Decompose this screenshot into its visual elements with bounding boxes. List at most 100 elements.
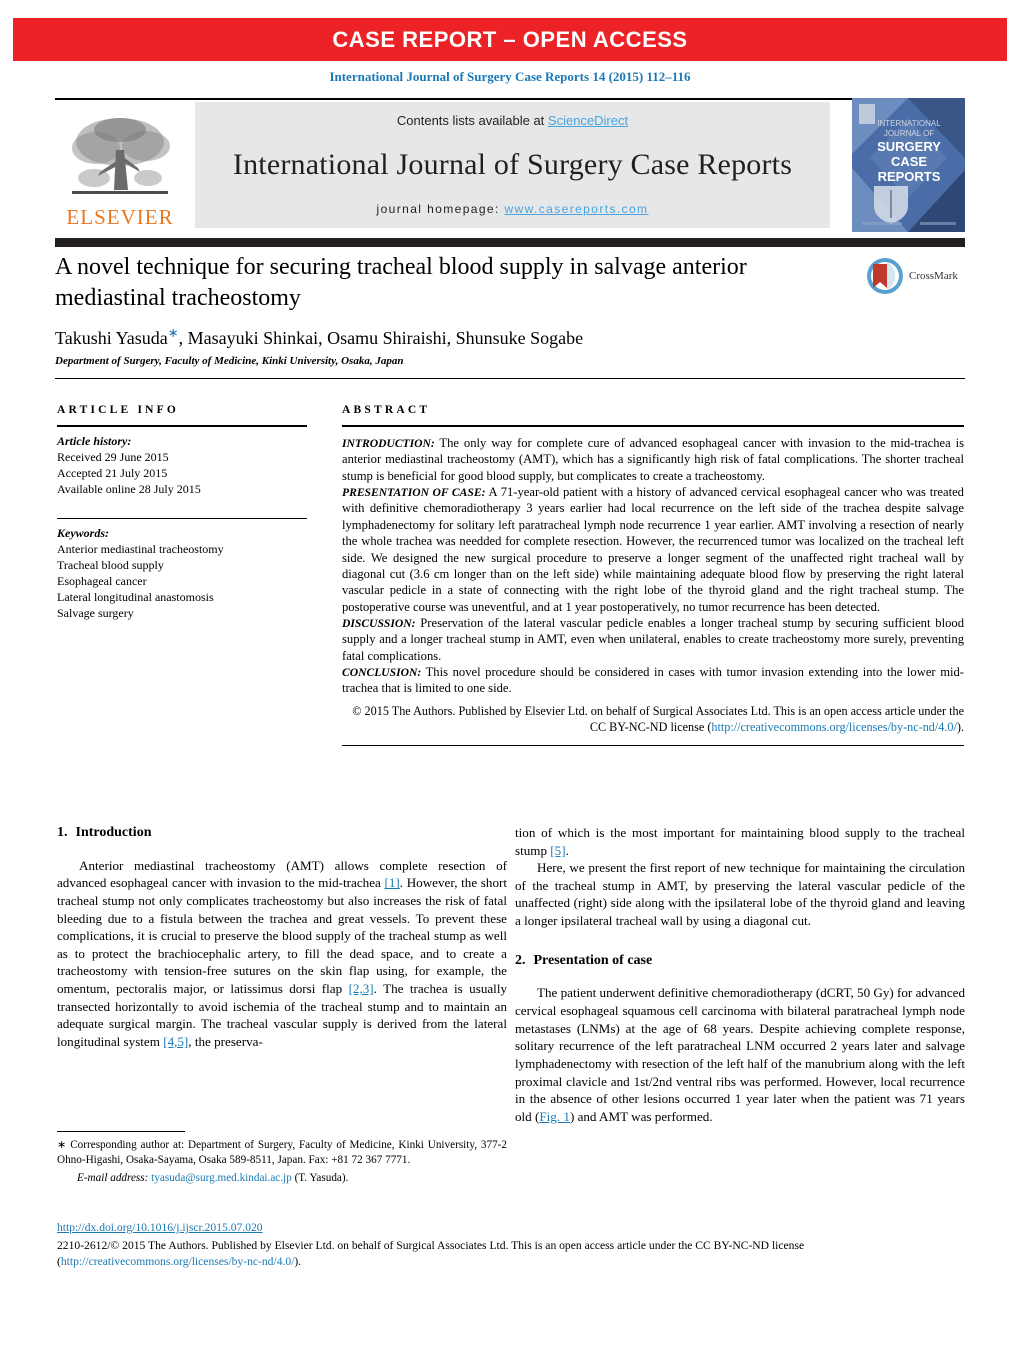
abstract-lead-conclusion: CONCLUSION: (342, 666, 422, 680)
section-heading-presentation: 2. Presentation of case (515, 952, 965, 971)
footnote-address-text: Corresponding author at: Department of S… (57, 1139, 507, 1167)
doi-link[interactable]: http://dx.doi.org/10.1016/j.ijscr.2015.0… (57, 1220, 965, 1236)
citation-ref-2-3[interactable]: [2,3] (349, 981, 374, 996)
intro-paragraph: Anterior mediastinal tracheostomy (AMT) … (57, 857, 507, 1051)
crossmark-icon (867, 258, 903, 294)
svg-text:JOURNAL OF: JOURNAL OF (884, 129, 934, 138)
elsevier-wordmark: ELSEVIER (66, 205, 174, 229)
page-title: A novel technique for securing tracheal … (55, 254, 747, 311)
intro-text-b: . However, the short tracheal stump not … (57, 875, 507, 997)
figure-ref-1[interactable]: Fig. 1 (539, 1109, 570, 1124)
article-history-label: Article history: (57, 434, 132, 448)
abstract-paragraph-conclusion: CONCLUSION: This novel procedure should … (342, 664, 964, 697)
copyright-tail: ). (956, 719, 964, 734)
footer-license-link[interactable]: http://creativecommons.org/licenses/by-n… (61, 1255, 295, 1268)
abstract-heading: ABSTRACT (342, 404, 431, 416)
svg-text:INTERNATIONAL: INTERNATIONAL (877, 119, 941, 128)
contents-prefix: Contents lists available at (396, 113, 548, 128)
crossmark-label: CrossMark (909, 270, 958, 282)
abstract-text-introduction: The only way for complete cure of advanc… (342, 436, 964, 483)
section-number-1: 1. (57, 825, 68, 840)
presentation-text-a: The patient underwent definitive chemora… (515, 985, 966, 1124)
elsevier-tree-icon (72, 118, 170, 194)
keyword-item: Anterior mediastinal tracheostomy (57, 541, 224, 556)
history-received: Received 29 June 2015 (57, 449, 169, 464)
abstract-rule (342, 425, 964, 427)
abstract-text-conclusion: This novel procedure should be considere… (342, 665, 964, 696)
abstract-paragraph-discussion: DISCUSSION: Preservation of the lateral … (342, 615, 964, 664)
corresponding-author-marker: ∗ (167, 325, 179, 341)
keyword-item: Salvage surgery (57, 605, 134, 620)
keywords-rule (57, 517, 307, 519)
abstract-body: INTRODUCTION: The only way for complete … (342, 435, 964, 697)
abstract-bottom-rule (342, 745, 964, 747)
author-list: Takushi Yasuda∗, Masayuki Shinkai, Osamu… (55, 325, 965, 349)
keywords-block: Keywords: Anterior mediastinal tracheost… (57, 526, 307, 622)
body-column-right: tion of which is the most important for … (515, 824, 965, 1125)
journal-title: International Journal of Surgery Case Re… (232, 148, 793, 181)
footer-tail: ). (294, 1255, 302, 1269)
title-divider (55, 378, 965, 379)
article-info-rule (57, 425, 307, 427)
history-available: Available online 28 July 2015 (57, 481, 201, 496)
abstract-lead-presentation: PRESENTATION OF CASE: (342, 486, 486, 500)
abstract-column: ABSTRACT INTRODUCTION: The only way for … (342, 404, 964, 747)
crossmark-badge[interactable]: CrossMark (865, 254, 965, 298)
abstract-text-discussion: Preservation of the lateral vascular ped… (342, 615, 964, 663)
abstract-paragraph-presentation: PRESENTATION OF CASE: A 71-year-old pati… (342, 484, 964, 615)
keywords-label: Keywords: (57, 525, 109, 540)
author-email-link[interactable]: tyasuda@surg.med.kindai.ac.jp (151, 1172, 292, 1184)
section-heading-introduction: 1. Introduction (57, 824, 507, 843)
intro-cont-text-a: tion of which is the most important for … (515, 825, 965, 858)
keyword-item: Esophageal cancer (57, 573, 147, 588)
abstract-paragraph-introduction: INTRODUCTION: The only way for complete … (342, 435, 964, 484)
footnote-email-line: E-mail address: tyasuda@surg.med.kindai.… (57, 1171, 507, 1186)
footnote-address: ∗ Corresponding author at: Department of… (57, 1138, 507, 1168)
article-info-column: ARTICLE INFO Article history: Received 2… (57, 404, 307, 622)
cc-license-link[interactable]: http://creativecommons.org/licenses/by-n… (711, 720, 957, 734)
open-access-banner: CASE REPORT – OPEN ACCESS (13, 18, 1007, 61)
email-address-label: E-mail address: (77, 1172, 149, 1185)
banner-label: CASE REPORT – OPEN ACCESS (332, 26, 688, 52)
section-number-2: 2. (515, 952, 526, 968)
journal-citation-line: International Journal of Surgery Case Re… (329, 69, 691, 84)
intro-continuation-paragraph: tion of which is the most important for … (515, 824, 965, 859)
citation-ref-4-5[interactable]: [4,5] (163, 1034, 188, 1049)
intro-cont-text-b: . (565, 842, 569, 858)
keyword-item: Lateral longitudinal anastomosis (57, 589, 214, 604)
article-history: Article history: Received 29 June 2015 A… (57, 434, 307, 498)
author-first: Takushi Yasuda (55, 328, 168, 349)
abstract-copyright: © 2015 The Authors. Published by Elsevie… (342, 704, 964, 736)
presentation-paragraph: The patient underwent definitive chemora… (515, 984, 965, 1125)
email-attribution: (T. Yasuda). (291, 1172, 349, 1185)
keyword-item: Tracheal blood supply (57, 557, 164, 572)
footer-doi-license: http://dx.doi.org/10.1016/j.ijscr.2015.0… (57, 1220, 965, 1271)
article-info-heading: ARTICLE INFO (57, 404, 180, 416)
svg-text:CASE: CASE (891, 154, 927, 169)
history-accepted: Accepted 21 July 2015 (57, 465, 168, 480)
presentation-text-b: ) and AMT was performed. (569, 1108, 713, 1124)
footnote-rule (57, 1131, 185, 1132)
section-title-introduction: Introduction (75, 825, 152, 840)
homepage-prefix: journal homepage: (376, 202, 505, 216)
abstract-lead-introduction: INTRODUCTION: (342, 437, 435, 450)
article-title-block: A novel technique for securing tracheal … (55, 252, 965, 367)
header-bottom-rule (55, 238, 965, 247)
journal-homepage-link[interactable]: www.casereports.com (504, 202, 648, 216)
intro-text-d: , the preserva- (188, 1033, 263, 1049)
abstract-lead-discussion: DISCUSSION: (342, 616, 416, 630)
journal-header: ELSEVIER Contents lists available at Sci… (55, 98, 965, 247)
citation-ref-1[interactable]: [1] (385, 875, 400, 890)
journal-cover-thumbnail: INTERNATIONAL JOURNAL OF SURGERY CASE RE… (852, 98, 965, 232)
svg-text:REPORTS: REPORTS (878, 169, 941, 184)
journal-homepage-line: journal homepage: www.casereports.com (377, 202, 649, 216)
header-top-rule (55, 98, 965, 100)
citation-ref-5[interactable]: [5] (550, 843, 565, 858)
contents-lists-line: Contents lists available at ScienceDirec… (397, 113, 628, 128)
svg-text:SURGERY: SURGERY (877, 139, 941, 154)
intro-paragraph-2: Here, we present the first report of new… (515, 860, 965, 929)
corresponding-author-footnote: ∗ Corresponding author at: Department of… (57, 1131, 507, 1187)
journal-cover-art: INTERNATIONAL JOURNAL OF SURGERY CASE RE… (852, 98, 965, 232)
sciencedirect-link[interactable]: ScienceDirect (548, 113, 628, 128)
footnote-star-marker: ∗ (57, 1139, 67, 1151)
